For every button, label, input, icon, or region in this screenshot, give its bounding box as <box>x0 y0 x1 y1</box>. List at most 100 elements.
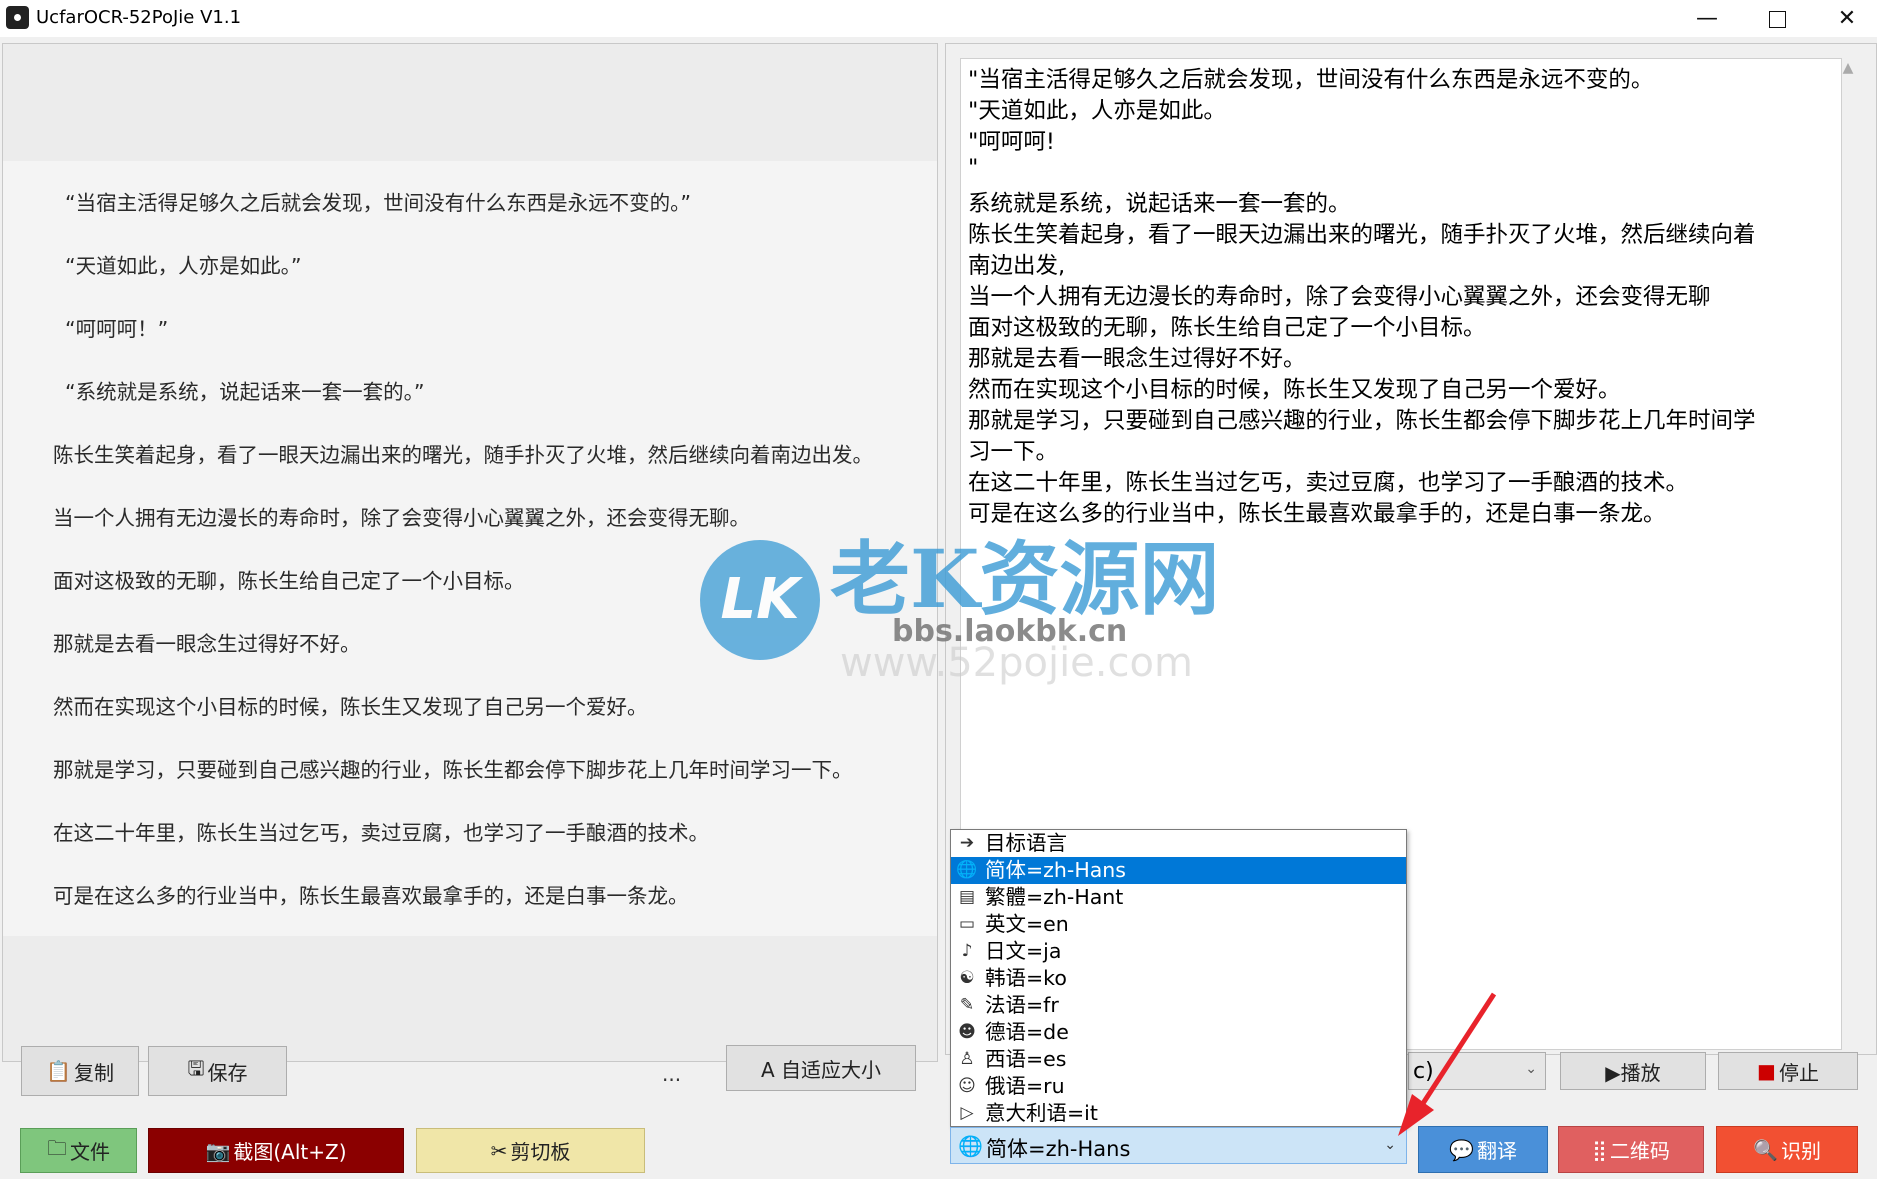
result-line: "当宿主活得足够久之后就会发现，世间没有什么东西是永远不变的。 <box>968 67 1654 93</box>
source-line: 面对这极致的无聊，陈长生给自己定了一个小目标。 <box>53 569 525 593</box>
clipboard-button[interactable]: ✂ 剪切板 <box>416 1128 645 1173</box>
result-line: 那就是学习，只要碰到自己感兴趣的行业，陈长生都会停下脚步花上几年时间学 <box>968 408 1756 434</box>
chat-bubble-icon: 💬 <box>1449 1137 1474 1162</box>
play-button[interactable]: ▶播放 <box>1560 1052 1706 1090</box>
annotation-arrow-icon <box>1398 992 1497 1136</box>
language-option[interactable]: ♪ 日文=ja <box>951 938 1406 965</box>
chevron-down-icon: ⌄ <box>1525 1061 1537 1077</box>
language-option-label: 法语=fr <box>985 993 1059 1017</box>
scroll-up-arrow-icon[interactable]: ▲ <box>1838 60 1858 80</box>
language-option-label: 日文=ja <box>985 939 1062 963</box>
language-option[interactable]: ☺ 俄语=ru <box>951 1073 1406 1100</box>
source-line: “天道如此，人亦是如此。” <box>65 254 302 278</box>
stop-icon: ■ <box>1757 1059 1776 1083</box>
language-option[interactable]: ▷ 意大利语=it <box>951 1100 1406 1127</box>
language-option-label: 繁體=zh-Hant <box>985 885 1124 909</box>
language-option[interactable]: ♙ 西语=es <box>951 1046 1406 1073</box>
globe-icon: 🌐 <box>956 860 978 880</box>
language-option[interactable]: ▭ 英文=en <box>951 911 1406 938</box>
language-option-label: 俄语=ru <box>985 1074 1065 1098</box>
traditional-chinese-icon: ▤ <box>958 887 976 907</box>
clipboard-label: 剪切板 <box>510 1140 571 1164</box>
language-option[interactable]: 🌐 简体=zh-Hans <box>951 857 1406 884</box>
file-button[interactable]: 🗀 文件 <box>20 1128 137 1173</box>
source-line: 可是在这么多的行业当中，陈长生最喜欢最拿手的，还是白事一条龙。 <box>53 884 689 908</box>
screenshot-label: 截图(Alt+Z) <box>233 1140 347 1164</box>
result-line: 在这二十年里，陈长生当过乞丐，卖过豆腐，也学习了一手酿酒的技术。 <box>968 470 1689 496</box>
screenshot-button[interactable]: 📷 截图(Alt+Z) <box>148 1128 404 1173</box>
title-bar: UcfarOCR-52PoJie V1.1 — ✕ <box>0 0 1877 37</box>
language-option[interactable]: ➔ 目标语言 <box>951 830 1406 857</box>
result-line: 然而在实现这个小目标的时候，陈长生又发现了自己另一个爱好。 <box>968 377 1621 403</box>
source-line: 那就是学习，只要碰到自己感兴趣的行业，陈长生都会停下脚步花上几年时间学习一下。 <box>53 758 853 782</box>
japan-icon: ♪ <box>961 941 973 961</box>
source-image-pane[interactable]: “当宿主活得足够久之后就会发现，世间没有什么东西是永远不变的。” “天道如此，人… <box>2 43 938 1062</box>
fit-size-label: A 自适应大小 <box>760 1057 882 1082</box>
result-line: 系统就是系统，说起话来一套一套的。 <box>968 191 1351 217</box>
result-line: 面对这极致的无聊，陈长生给自己定了一个小目标。 <box>968 315 1486 341</box>
language-option-label: 西语=es <box>985 1047 1067 1071</box>
target-language-combobox[interactable]: 🌐 简体=zh-Hans ⌄ <box>950 1127 1407 1164</box>
window-title: UcfarOCR-52PoJie V1.1 <box>36 7 242 28</box>
qrcode-button[interactable]: ⣿ 二维码 <box>1558 1126 1704 1173</box>
fit-size-button[interactable]: A 自适应大小 <box>726 1045 916 1091</box>
save-icon: 🖫 <box>187 1056 205 1080</box>
save-button[interactable]: 🖫 保存 <box>148 1046 287 1096</box>
baguette-icon: ✎ <box>959 995 975 1015</box>
language-option[interactable]: ☯ 韩语=ko <box>951 965 1406 992</box>
result-line: "天道如此，人亦是如此。 <box>968 98 1226 124</box>
clipboard-icon: 📋 <box>46 1059 71 1083</box>
source-line: “当宿主活得足够久之后就会发现，世间没有什么东西是永远不变的。” <box>65 191 691 215</box>
arrow-right-icon: ➔ <box>959 833 975 853</box>
abc-icon: ▭ <box>958 914 976 934</box>
source-line: “系统就是系统，说起话来一套一套的。” <box>65 380 425 404</box>
spain-icon: ♙ <box>959 1049 975 1069</box>
qrcode-label: 二维码 <box>1609 1139 1670 1163</box>
qrcode-icon: ⣿ <box>1592 1137 1607 1162</box>
result-line: 陈长生笑着起身，看了一眼天边漏出来的曙光，随手扑灭了火堆，然后继续向着 <box>968 222 1756 248</box>
language-option-label: 德语=de <box>985 1020 1069 1044</box>
pizza-icon: ▷ <box>960 1103 974 1123</box>
target-language-value: 简体=zh-Hans <box>986 1137 1131 1161</box>
source-line: 那就是去看一眼念生过得好不好。 <box>53 632 361 656</box>
result-line: 当一个人拥有无边漫长的寿命时，除了会变得小心翼翼之外，还会变得无聊 <box>968 284 1711 310</box>
save-label: 保存 <box>207 1060 248 1085</box>
folder-icon: 🗀 <box>47 1135 67 1160</box>
language-option-label: 英文=en <box>985 912 1069 936</box>
bear-icon: ☺ <box>958 1076 976 1096</box>
source-line: 然而在实现这个小目标的时候，陈长生又发现了自己另一个爱好。 <box>53 695 648 719</box>
language-option[interactable]: ✎ 法语=fr <box>951 992 1406 1019</box>
more-options-button[interactable]: ... <box>662 1062 681 1086</box>
result-line: "呵呵呵! <box>968 129 1055 155</box>
language-option[interactable]: ☻ 德语=de <box>951 1019 1406 1046</box>
language-option-label: 目标语言 <box>985 831 1067 855</box>
stop-label: 停止 <box>1778 1060 1819 1085</box>
copy-label: 复制 <box>73 1060 114 1085</box>
result-line: " <box>968 155 979 181</box>
korea-icon: ☯ <box>959 968 975 988</box>
app-icon <box>6 6 29 29</box>
result-line: 那就是去看一眼念生过得好不好。 <box>968 346 1306 372</box>
language-option[interactable]: ▤ 繁體=zh-Hant <box>951 884 1406 911</box>
language-option-label: 韩语=ko <box>985 966 1067 990</box>
play-label: ▶播放 <box>1605 1060 1661 1085</box>
germany-icon: ☻ <box>958 1022 976 1042</box>
minimize-button[interactable]: — <box>1672 0 1742 37</box>
result-line: 可是在这么多的行业当中，陈长生最喜欢最拿手的，还是白事一条龙。 <box>968 501 1666 527</box>
result-line: 习一下。 <box>968 439 1059 465</box>
maximize-button[interactable] <box>1742 0 1812 37</box>
recognize-button[interactable]: 🔍 识别 <box>1716 1126 1858 1173</box>
language-dropdown-list[interactable]: ➔ 目标语言 🌐 简体=zh-Hans ▤ 繁體=zh-Hant ▭ 英文=en ♪ 日文=ja ☯… <box>950 829 1407 1127</box>
search-icon: 🔍 <box>1753 1137 1778 1162</box>
source-line: 陈长生笑着起身，看了一眼天边漏出来的曙光，随手扑灭了火堆，然后继续向着南边出发。 <box>53 443 873 467</box>
copy-button[interactable]: 📋 复制 <box>21 1046 139 1096</box>
maximize-icon <box>1768 10 1786 28</box>
source-line: 在这二十年里，陈长生当过乞丐，卖过豆腐，也学习了一手酿酒的技术。 <box>53 821 709 845</box>
source-line: 当一个人拥有无边漫长的寿命时，除了会变得小心翼翼之外，还会变得无聊。 <box>53 506 750 530</box>
source-line: “呵呵呵！” <box>65 317 169 341</box>
stop-button[interactable]: ■ 停止 <box>1718 1052 1858 1090</box>
result-line: 南边出发, <box>968 253 1066 279</box>
camera-icon: 📷 <box>205 1138 231 1163</box>
close-button[interactable]: ✕ <box>1812 0 1877 37</box>
scissors-icon: ✂ <box>490 1138 508 1163</box>
